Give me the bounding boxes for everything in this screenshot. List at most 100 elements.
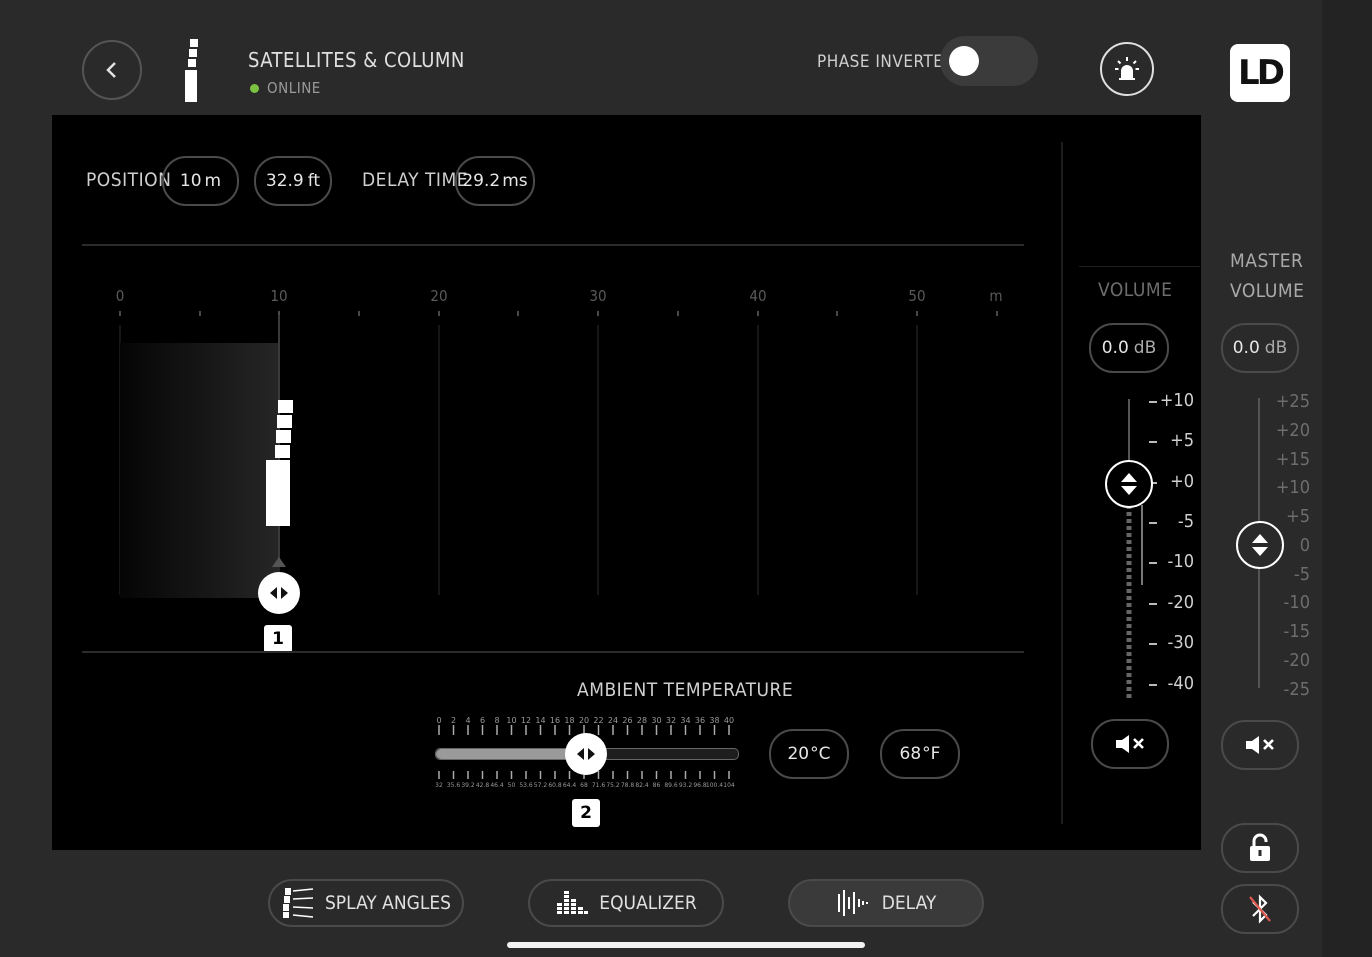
- coverage-gradient: [120, 343, 280, 598]
- volume-value-field[interactable]: 0.0 dB: [1089, 323, 1169, 373]
- svg-text:26: 26: [622, 716, 632, 725]
- svg-text:96.8: 96.8: [693, 782, 707, 789]
- master-scale-minus5: -5: [1293, 564, 1310, 585]
- tab-delay[interactable]: DELAY: [788, 879, 984, 927]
- device-name: SATELLITES & COLUMN: [248, 48, 465, 72]
- master-volume-value: 0.0: [1232, 338, 1260, 358]
- volume-scale-plus5: +5: [1170, 430, 1194, 451]
- back-button[interactable]: [82, 40, 142, 100]
- tab-splay-angles-label: SPLAY ANGLES: [324, 892, 452, 914]
- unlock-icon: [1250, 833, 1270, 861]
- svg-text:46.4: 46.4: [490, 782, 504, 789]
- marker-badge-2-text: 2: [580, 803, 592, 823]
- position-handle[interactable]: [258, 572, 300, 614]
- svg-text:14: 14: [535, 716, 545, 725]
- temperature-slider-fill: [436, 749, 586, 759]
- svg-text:100.4: 100.4: [706, 782, 723, 789]
- svg-text:32: 32: [666, 716, 676, 725]
- speaker-mute-icon: [1116, 735, 1144, 753]
- status-dot: [250, 84, 259, 93]
- volume-slider-handle[interactable]: [1105, 460, 1153, 508]
- volume-scale-minus40: -40: [1167, 673, 1194, 694]
- right-edge-strip: [1322, 0, 1372, 957]
- svg-text:22: 22: [593, 716, 603, 725]
- speaker-column-icon: [185, 39, 198, 102]
- fahrenheit-field[interactable]: 68 °F: [880, 729, 960, 779]
- master-scale-plus20: +20: [1275, 420, 1310, 441]
- svg-text:50: 50: [508, 782, 516, 789]
- phase-inverted-toggle[interactable]: [940, 36, 1038, 86]
- fahrenheit-value: 68: [899, 744, 922, 764]
- volume-scale-plus0: +0: [1170, 471, 1194, 492]
- master-scale-plus5: +5: [1286, 506, 1310, 527]
- celsius-value: 20: [787, 744, 810, 764]
- master-scale-plus10: +10: [1275, 477, 1310, 498]
- master-scale-minus15: -15: [1283, 621, 1310, 642]
- bluetooth-button[interactable]: [1221, 884, 1299, 934]
- svg-text:30: 30: [651, 716, 661, 725]
- volume-scale-plus10: +10: [1159, 390, 1194, 411]
- fahrenheit-unit: °F: [922, 744, 941, 764]
- master-volume-label-line2: VOLUME: [1230, 280, 1305, 302]
- svg-text:82.4: 82.4: [635, 782, 649, 789]
- svg-text:40: 40: [724, 716, 734, 725]
- temperature-slider-handle[interactable]: [565, 733, 607, 775]
- volume-unit: dB: [1133, 338, 1157, 358]
- master-scale-minus20: -20: [1283, 650, 1310, 671]
- svg-text:8: 8: [494, 716, 499, 725]
- arrows-vertical-icon: [1252, 534, 1268, 556]
- device-status: ONLINE: [267, 79, 321, 97]
- svg-text:89.6: 89.6: [664, 782, 678, 789]
- equalizer-icon: [557, 891, 589, 914]
- svg-text:42.8: 42.8: [476, 782, 490, 789]
- master-mute-button[interactable]: [1221, 720, 1299, 770]
- arrows-vertical-icon: [1121, 473, 1137, 495]
- arrows-horizontal-icon: [270, 587, 288, 599]
- identify-button[interactable]: [1100, 42, 1154, 96]
- master-volume-slider-handle[interactable]: [1236, 521, 1284, 569]
- master-volume-label-line1: MASTER: [1230, 250, 1304, 272]
- volume-divider-vertical: [1061, 142, 1063, 824]
- beacon-light-icon: [1115, 57, 1139, 80]
- svg-text:64.4: 64.4: [563, 782, 577, 789]
- divider-middle: [82, 651, 1024, 653]
- celsius-field[interactable]: 20 °C: [769, 729, 849, 779]
- svg-text:6: 6: [480, 716, 485, 725]
- master-volume-value-field[interactable]: 0.0 dB: [1221, 323, 1299, 373]
- tab-equalizer-label: EQUALIZER: [599, 892, 697, 914]
- speaker-array-graphic: [266, 400, 293, 526]
- svg-text:4: 4: [465, 716, 470, 725]
- volume-scale-minus10: -10: [1167, 551, 1194, 572]
- volume-value: 0.0: [1101, 338, 1129, 358]
- master-scale-minus10: -10: [1283, 592, 1310, 613]
- svg-text:35.6: 35.6: [447, 782, 461, 789]
- volume-mute-button[interactable]: [1091, 719, 1169, 769]
- tab-equalizer[interactable]: EQUALIZER: [528, 879, 724, 927]
- ld-logo-text: LD: [1238, 53, 1285, 93]
- toggle-knob: [949, 46, 979, 76]
- lock-button[interactable]: [1221, 823, 1299, 873]
- celsius-unit: °C: [810, 744, 831, 764]
- svg-text:71.6: 71.6: [592, 782, 606, 789]
- ambient-temperature-label: AMBIENT TEMPERATURE: [577, 679, 794, 701]
- delay-waveform-icon: [837, 890, 868, 916]
- svg-text:18: 18: [564, 716, 574, 725]
- phase-inverted-label: PHASE INVERTED: [817, 52, 956, 72]
- volume-label: VOLUME: [1098, 279, 1173, 301]
- svg-text:36: 36: [695, 716, 705, 725]
- speaker-mute-icon: [1246, 736, 1274, 754]
- volume-scale-minus20: -20: [1167, 592, 1194, 613]
- tab-splay-angles[interactable]: SPLAY ANGLES: [268, 879, 464, 927]
- svg-text:68: 68: [580, 782, 588, 789]
- arrows-horizontal-icon: [577, 748, 595, 760]
- volume-scale-minus30: -30: [1167, 632, 1194, 653]
- position-handle-pointer: [272, 557, 286, 567]
- home-indicator: [507, 942, 865, 948]
- svg-text:12: 12: [521, 716, 531, 725]
- tab-delay-label: DELAY: [881, 892, 937, 914]
- svg-text:57.2: 57.2: [534, 782, 548, 789]
- svg-text:104: 104: [723, 782, 735, 789]
- svg-text:53.6: 53.6: [519, 782, 533, 789]
- svg-text:16: 16: [550, 716, 560, 725]
- svg-text:24: 24: [608, 716, 618, 725]
